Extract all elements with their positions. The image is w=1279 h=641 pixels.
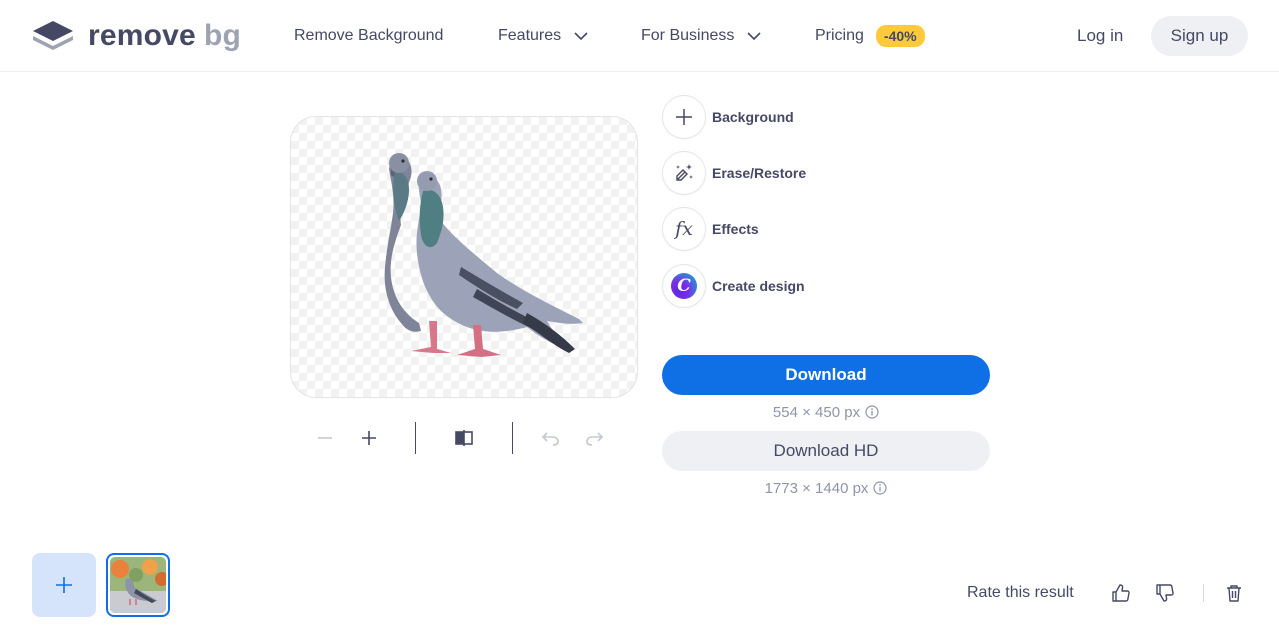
pigeons-cutout-image [384, 153, 583, 357]
tool-background[interactable]: Background [662, 95, 794, 139]
fx-icon: fx [662, 207, 706, 251]
fx-glyph: fx [675, 218, 693, 240]
magic-brush-icon [662, 151, 706, 195]
pigeon-photo-thumbnail [110, 557, 166, 613]
discount-badge: -40% [875, 25, 925, 47]
canva-icon: C [662, 264, 706, 308]
tool-effects-label: Effects [712, 221, 759, 237]
redo-icon [586, 432, 604, 446]
nav-remove-background[interactable]: Remove Background [294, 0, 443, 72]
undo-button[interactable] [540, 420, 562, 456]
nav-pricing-label: Pricing [815, 27, 864, 44]
info-icon[interactable] [873, 481, 888, 495]
trash-icon [1227, 585, 1241, 602]
plus-icon [662, 95, 706, 139]
compare-button[interactable] [452, 420, 476, 456]
zoom-out-icon [318, 437, 332, 439]
login-link[interactable]: Log in [1077, 0, 1123, 72]
add-image-button[interactable] [32, 553, 96, 617]
top-header: remove bg Remove Background Features For … [0, 0, 1279, 72]
nav-pricing[interactable]: Pricing -40% [815, 0, 925, 72]
delete-button[interactable] [1221, 580, 1247, 606]
toolbar-divider [512, 422, 513, 454]
zoom-in-icon [362, 431, 376, 445]
download-hd-dimensions: 1773 × 1440 px [662, 478, 990, 498]
signup-button[interactable]: Sign up [1151, 16, 1248, 56]
tool-create-design-label: Create design [712, 278, 805, 294]
redo-button[interactable] [583, 420, 605, 456]
download-hd-button[interactable]: Download HD [662, 431, 990, 471]
logo-wordmark: remove bg [88, 19, 241, 52]
tool-background-label: Background [712, 109, 794, 125]
tool-effects[interactable]: fx Effects [662, 207, 759, 251]
compare-icon [455, 430, 473, 446]
plus-icon [56, 577, 72, 593]
canva-glyph: C [671, 273, 697, 299]
thumbs-up-button[interactable] [1108, 580, 1134, 606]
info-icon[interactable] [865, 405, 879, 419]
tool-erase-restore-label: Erase/Restore [712, 165, 807, 181]
nav-remove-background-label: Remove Background [294, 27, 444, 44]
image-thumbnail[interactable] [106, 553, 170, 617]
undo-icon [541, 432, 559, 446]
tool-create-design[interactable]: C Create design [662, 264, 805, 308]
download-dimensions: 554 × 450 px [662, 402, 990, 422]
image-preview[interactable] [290, 116, 638, 398]
tool-erase-restore[interactable]: Erase/Restore [662, 151, 806, 195]
logo[interactable]: remove bg [31, 18, 241, 54]
chevron-down-icon [574, 32, 588, 41]
thumbs-down-button[interactable] [1152, 580, 1178, 606]
toolbar-divider [415, 422, 416, 454]
thumbs-up-icon [1112, 584, 1130, 602]
logo-icon [31, 19, 75, 53]
nav-features[interactable]: Features [498, 0, 589, 72]
nav-features-label: Features [498, 27, 562, 44]
download-dimensions-text: 554 × 450 px [772, 403, 861, 421]
chevron-down-icon [747, 32, 761, 41]
download-hd-dimensions-text: 1773 × 1440 px [764, 479, 869, 497]
rate-result-label: Rate this result [967, 584, 1074, 601]
download-button[interactable]: Download [662, 355, 990, 395]
preview-toolbar [290, 420, 638, 456]
zoom-out-button[interactable] [314, 420, 336, 456]
bottom-divider [1203, 584, 1204, 602]
thumbs-down-icon [1156, 584, 1174, 602]
zoom-in-button[interactable] [358, 420, 380, 456]
nav-for-business[interactable]: For Business [641, 0, 762, 72]
nav-for-business-label: For Business [641, 27, 735, 44]
